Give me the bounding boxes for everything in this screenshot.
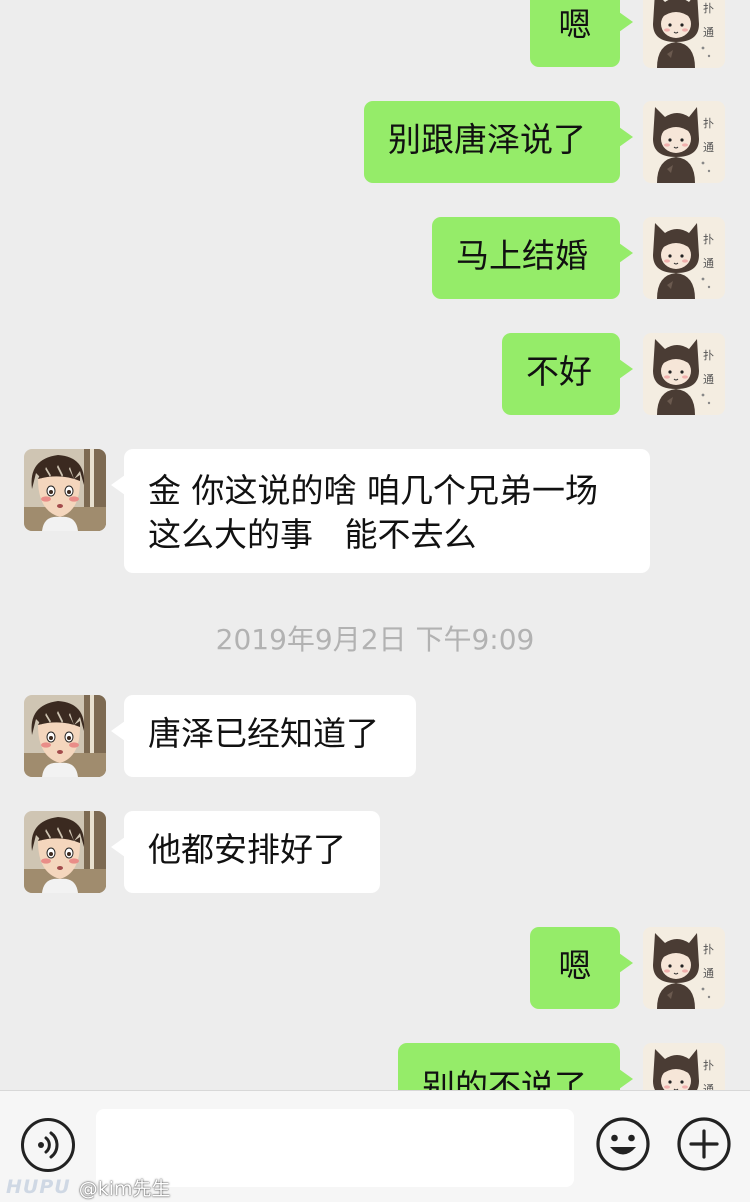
friend-avatar-image: [24, 449, 106, 531]
svg-text:通: 通: [703, 141, 714, 154]
message-text: 嗯: [558, 946, 592, 985]
message-text: 唐泽已经知道了: [148, 714, 379, 753]
friend-avatar[interactable]: [24, 695, 106, 777]
self-avatar[interactable]: 扑 通: [643, 101, 725, 183]
self-avatar[interactable]: 扑 通: [643, 927, 725, 1009]
self-avatar-image: 扑 通: [643, 0, 725, 68]
svg-text:扑: 扑: [703, 942, 714, 956]
message-bubble-sent[interactable]: 不好: [502, 333, 633, 415]
plus-icon[interactable]: [676, 1116, 732, 1172]
message-text: 别跟唐泽说了: [388, 120, 586, 159]
timestamp: 2019年9月2日 下午9:09: [215, 623, 535, 656]
message-bubble-received[interactable]: 他都安排好了: [111, 811, 380, 893]
message-bubble-sent[interactable]: 嗯: [530, 0, 633, 67]
self-avatar[interactable]: 扑 通: [643, 0, 725, 68]
self-avatar[interactable]: 扑 通: [643, 1043, 725, 1090]
svg-text:扑: 扑: [703, 1058, 714, 1072]
message-bubble-sent[interactable]: 嗯: [530, 927, 633, 1009]
svg-text:通: 通: [703, 373, 714, 386]
friend-avatar[interactable]: [24, 811, 106, 893]
self-avatar[interactable]: 扑 通: [643, 333, 725, 415]
svg-text:扑: 扑: [703, 1, 714, 15]
message-text: 别的不说了: [422, 1067, 587, 1090]
watermark-user: @kim先生: [78, 1177, 171, 1200]
self-avatar-image: 扑 通: [643, 217, 725, 299]
svg-text:通: 通: [703, 257, 714, 270]
message-line: 这么大的事 能不去么: [148, 515, 477, 554]
self-avatar-image: 扑 通: [643, 333, 725, 415]
message-line: 金 你这说的啥 咱几个兄弟一场: [148, 471, 598, 510]
svg-text:扑: 扑: [703, 232, 714, 246]
voice-icon[interactable]: [21, 1118, 75, 1172]
message-bubble-sent[interactable]: 别的不说了: [398, 1043, 633, 1090]
friend-avatar-image: [24, 811, 106, 893]
friend-avatar[interactable]: [24, 449, 106, 531]
svg-text:通: 通: [703, 26, 714, 39]
self-avatar-image: 扑 通: [643, 927, 725, 1009]
friend-avatar-image: [24, 695, 106, 777]
svg-text:通: 通: [703, 967, 714, 980]
message-bubble-received[interactable]: 金 你这说的啥 咱几个兄弟一场 这么大的事 能不去么: [111, 449, 650, 573]
message-text: 马上结婚: [456, 236, 588, 275]
message-text: 嗯: [558, 5, 592, 44]
watermark: HUPU @kim先生: [6, 1174, 170, 1200]
watermark-logo: HUPU: [6, 1176, 71, 1198]
svg-text:扑: 扑: [703, 116, 714, 130]
message-bubble-sent[interactable]: 马上结婚: [432, 217, 633, 299]
emoji-icon[interactable]: [595, 1116, 651, 1172]
chat-area[interactable]: 嗯 扑 通 别跟唐泽说了 扑 通 马上结婚 扑 通 不好 扑 通 金 你这说的啥…: [0, 0, 750, 1090]
message-text: 不好: [526, 352, 592, 391]
self-avatar-image: 扑 通: [643, 101, 725, 183]
message-text: 他都安排好了: [148, 830, 346, 869]
svg-text:通: 通: [703, 1083, 714, 1090]
self-avatar-image: 扑 通: [643, 1043, 725, 1090]
self-avatar[interactable]: 扑 通: [643, 217, 725, 299]
message-bubble-sent[interactable]: 别跟唐泽说了: [364, 101, 633, 183]
svg-text:扑: 扑: [703, 348, 714, 362]
message-bubble-received[interactable]: 唐泽已经知道了: [111, 695, 416, 777]
